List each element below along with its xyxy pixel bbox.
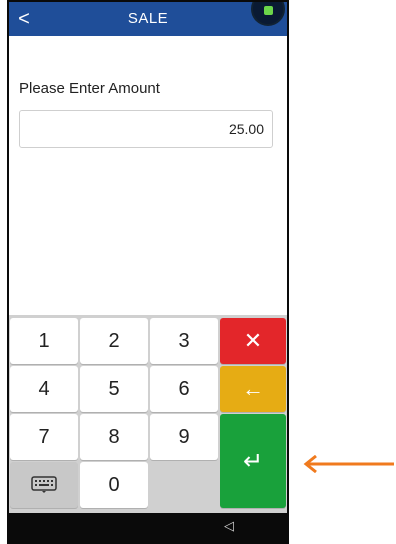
key-6[interactable]: 6 [150,366,218,412]
nav-back-icon[interactable]: ◁ [224,518,234,534]
key-4[interactable]: 4 [10,366,78,412]
cancel-button[interactable]: ✕ [220,318,286,364]
key-2[interactable]: 2 [80,318,148,364]
page-title: SALE [127,10,169,27]
key-8[interactable]: 8 [80,414,148,460]
amount-prompt-label: Please Enter Amount [19,80,160,97]
enter-button[interactable]: ↵ [220,414,286,508]
amount-input[interactable]: 25.00 [19,110,273,148]
close-icon: ✕ [243,328,263,353]
key-9[interactable]: 9 [150,414,218,460]
key-1[interactable]: 1 [10,318,78,364]
backspace-arrow-icon: ← [242,376,264,401]
keyboard-icon [31,476,57,493]
system-nav-bar: ◁ [9,513,287,540]
status-led-icon [264,6,273,15]
device-frame: < SALE Please Enter Amount 25.00 1 2 3 ✕… [7,0,289,544]
screen: < SALE Please Enter Amount 25.00 1 2 3 ✕… [9,2,287,540]
key-0[interactable]: 0 [80,462,148,508]
key-3[interactable]: 3 [150,318,218,364]
top-bar: < SALE [9,2,287,36]
annotation-arrow-icon [303,455,394,473]
key-7[interactable]: 7 [10,414,78,460]
key-5[interactable]: 5 [80,366,148,412]
keyboard-toggle-button[interactable] [10,462,78,508]
enter-icon: ↵ [242,447,264,475]
numeric-keypad: 1 2 3 ✕ 4 5 6 ← 7 8 9 ↵ 0 [9,315,287,513]
backspace-button[interactable]: ← [220,366,286,412]
